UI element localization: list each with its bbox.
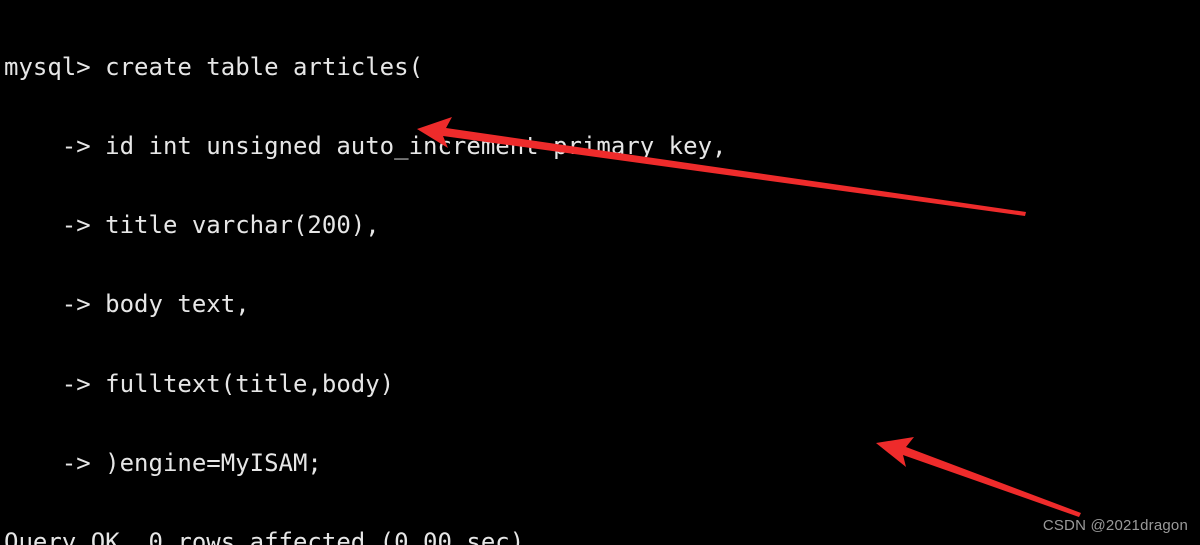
terminal-line: mysql> create table articles( <box>4 52 424 81</box>
terminal-line: -> title varchar(200), <box>4 211 380 240</box>
terminal-console-output: mysql> create table articles( -> id int … <box>4 1 1044 545</box>
terminal-line: -> )engine=MyISAM; <box>4 448 322 477</box>
terminal-line: -> fulltext(title,body) <box>4 369 395 398</box>
terminal-line: -> id int unsigned auto_increment primar… <box>4 132 727 161</box>
terminal-window[interactable]: mysql> create table articles( -> id int … <box>0 0 1200 545</box>
terminal-line: -> body text, <box>4 290 250 319</box>
terminal-line-result: Query OK, 0 rows affected (0.00 sec) <box>4 528 525 545</box>
csdn-watermark: CSDN @2021dragon <box>1042 516 1188 534</box>
